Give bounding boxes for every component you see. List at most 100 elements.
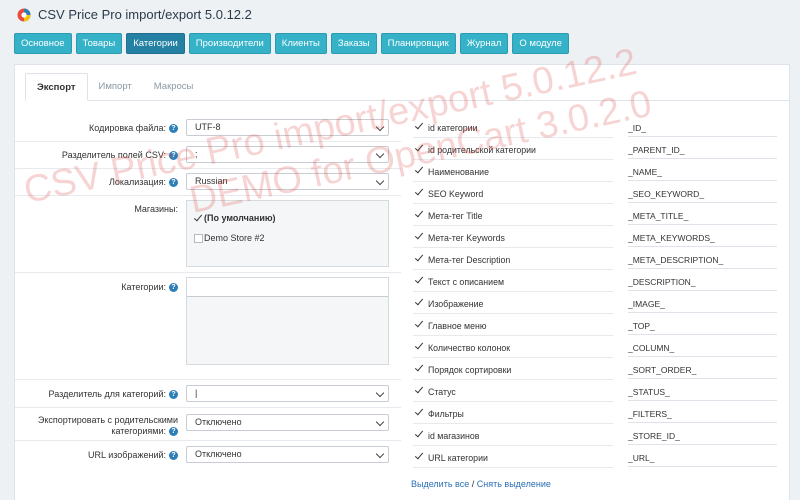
category-delimiter-label: Разделитель для категорий:?: [49, 389, 178, 400]
help-icon[interactable]: ?: [169, 390, 178, 400]
nav-button[interactable]: Категории: [126, 33, 185, 54]
nav-button[interactable]: Производители: [188, 33, 271, 54]
checkbox-checked-icon[interactable]: [415, 430, 424, 439]
nav-button[interactable]: Клиенты: [274, 33, 327, 54]
stores-label: Магазины:: [134, 204, 178, 214]
column-code: _NAME_: [628, 167, 777, 181]
checkbox-checked-icon[interactable]: [415, 276, 424, 285]
column-code: _PARENT_ID_: [628, 145, 777, 159]
column-row: Количество колонок _COLUMN_: [413, 336, 779, 358]
categories-input[interactable]: [187, 278, 388, 297]
chevron-down-icon: [375, 388, 385, 398]
chevron-down-icon: [375, 122, 385, 132]
encoding-select[interactable]: UTF-8: [186, 119, 389, 136]
categories-box: [186, 277, 389, 365]
locale-select[interactable]: Russian: [186, 173, 389, 190]
deselect-all-link[interactable]: Снять выделение: [477, 479, 551, 489]
column-name: Мета-тег Title: [428, 211, 483, 221]
app-title: CSV Price Pro import/export 5.0.12.2: [38, 7, 252, 22]
checkbox-checked-icon[interactable]: [415, 452, 424, 461]
image-url-select[interactable]: Отключено: [186, 446, 389, 463]
column-name: Мета-тег Description: [428, 255, 511, 265]
column-code: _SORT_ORDER_: [628, 365, 777, 379]
checkbox-checked-icon[interactable]: [415, 166, 424, 175]
column-name: Фильтры: [428, 409, 464, 419]
column-name: id магазинов: [428, 431, 480, 441]
help-icon[interactable]: ?: [169, 283, 178, 293]
column-code: _META_KEYWORDS_: [628, 233, 777, 247]
image-url-label: URL изображений:?: [88, 450, 178, 461]
store-item-default[interactable]: (По умолчанию): [194, 213, 276, 223]
export-parent-label: Экспортировать с родительскими категориям…: [37, 415, 178, 437]
tab[interactable]: Экспорт: [25, 73, 88, 101]
checkbox-checked-icon[interactable]: [415, 210, 424, 219]
column-row: Мета-тег Title _META_TITLE_: [413, 204, 779, 226]
help-icon[interactable]: ?: [169, 178, 178, 188]
locale-label: Локализация:?: [109, 177, 178, 188]
column-row: id магазинов _STORE_ID_: [413, 424, 779, 446]
help-icon[interactable]: ?: [169, 124, 178, 134]
column-code: _DESCRIPTION_: [628, 277, 777, 291]
export-parent-select[interactable]: Отключено: [186, 414, 389, 431]
nav-button[interactable]: Заказы: [330, 33, 377, 54]
nav-button[interactable]: Товары: [75, 33, 123, 54]
column-row: URL категории _URL_: [413, 446, 779, 468]
select-all-link[interactable]: Выделить все: [411, 479, 469, 489]
checkbox-checked-icon[interactable]: [415, 122, 424, 131]
divider: [15, 407, 401, 408]
checkbox-checked-icon[interactable]: [415, 232, 424, 241]
column-name: Изображение: [428, 299, 484, 309]
tab[interactable]: Импорт: [88, 73, 143, 101]
column-name: Количество колонок: [428, 343, 511, 353]
checkbox-checked-icon[interactable]: [415, 144, 424, 153]
checkbox-unchecked-icon[interactable]: [194, 234, 203, 244]
help-icon[interactable]: ?: [169, 151, 178, 161]
help-icon[interactable]: ?: [169, 451, 178, 461]
checkbox-checked-icon[interactable]: [415, 342, 424, 351]
checkbox-checked-icon[interactable]: [415, 386, 424, 395]
column-row: Фильтры _FILTERS_: [413, 402, 779, 424]
column-row: Текст с описанием _DESCRIPTION_: [413, 270, 779, 292]
tab[interactable]: Макросы: [143, 73, 205, 101]
column-name: Главное меню: [428, 321, 487, 331]
column-code: _TOP_: [628, 321, 777, 335]
nav-button[interactable]: Основное: [14, 33, 72, 54]
column-row: Изображение _IMAGE_: [413, 292, 779, 314]
store-item-demo-2[interactable]: Demo Store #2: [194, 233, 265, 244]
divider: [15, 141, 401, 142]
checkbox-checked-icon[interactable]: [415, 188, 424, 197]
divider: [15, 379, 401, 380]
divider: [15, 440, 401, 441]
column-row: id родительской категории _PARENT_ID_: [413, 138, 779, 160]
main-navigation: Основное Товары Категории Производители Клие…: [14, 33, 569, 55]
column-row: SEO Keyword _SEO_KEYWORD_: [413, 182, 779, 204]
checkbox-checked-icon[interactable]: [415, 254, 424, 263]
checkbox-checked-icon[interactable]: [415, 320, 424, 329]
delimiter-select[interactable]: ;: [186, 146, 389, 163]
checkbox-checked-icon[interactable]: [194, 214, 203, 223]
checkbox-checked-icon[interactable]: [415, 364, 424, 373]
tab-bar: Экспорт Импорт Макросы: [25, 73, 204, 101]
column-row: Порядок сортировки _SORT_ORDER_: [413, 358, 779, 380]
column-code: _META_DESCRIPTION_: [628, 255, 777, 269]
nav-button[interactable]: О модуле: [512, 33, 569, 54]
column-row: id категории _ID_: [413, 116, 779, 138]
category-delimiter-select[interactable]: |: [186, 385, 389, 402]
chevron-down-icon: [375, 449, 385, 459]
column-code: _IMAGE_: [628, 299, 777, 313]
nav-button[interactable]: Планировщик: [380, 33, 456, 54]
column-code: _SEO_KEYWORD_: [628, 189, 777, 203]
column-name: id родительской категории: [428, 145, 536, 155]
column-name: Статус: [428, 387, 456, 397]
chevron-down-icon: [375, 149, 385, 159]
column-row: Мета-тег Keywords _META_KEYWORDS_: [413, 226, 779, 248]
categories-label: Категории:?: [121, 282, 178, 293]
checkbox-checked-icon[interactable]: [415, 298, 424, 307]
column-row: Статус _STATUS_: [413, 380, 779, 402]
divider: [15, 272, 401, 273]
checkbox-checked-icon[interactable]: [415, 408, 424, 417]
column-code: _META_TITLE_: [628, 211, 777, 225]
help-icon[interactable]: ?: [169, 427, 178, 437]
column-code: _COLUMN_: [628, 343, 777, 357]
nav-button[interactable]: Журнал: [459, 33, 509, 54]
